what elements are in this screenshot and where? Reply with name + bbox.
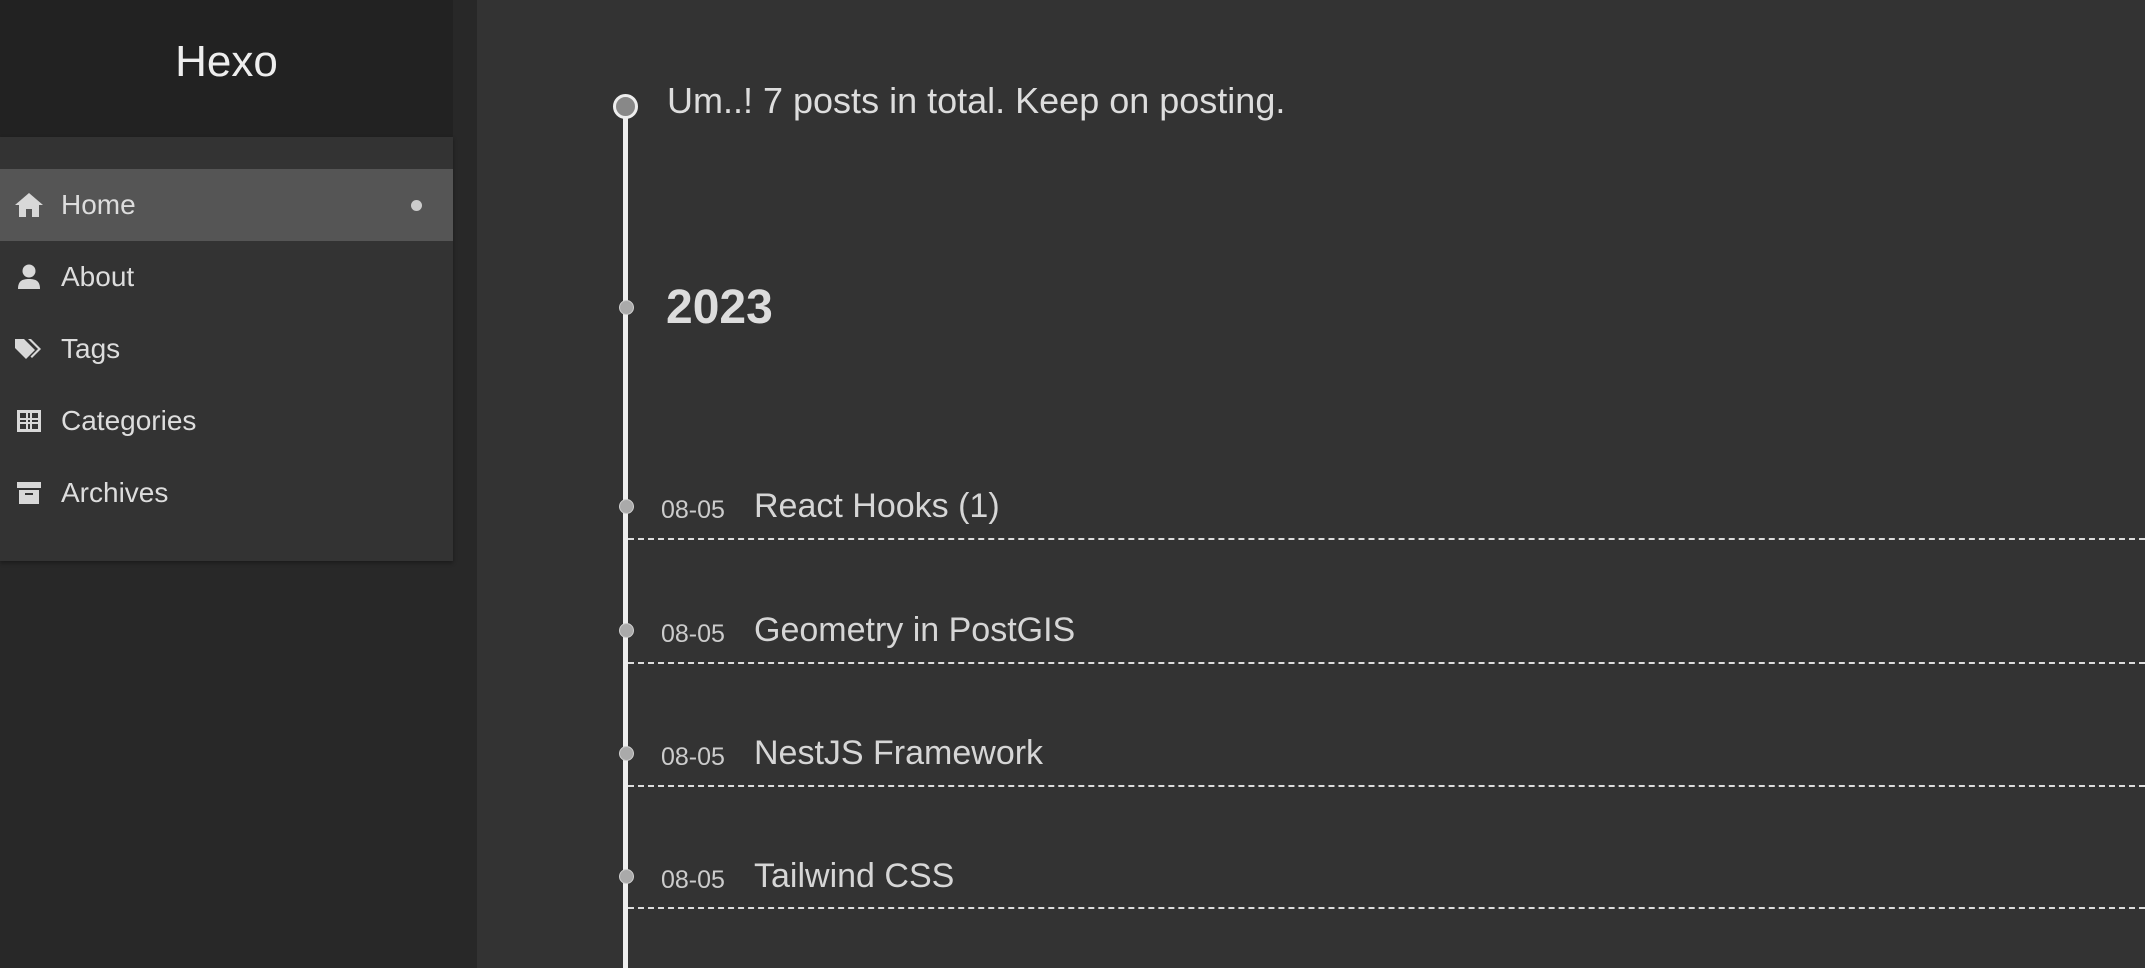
active-indicator <box>411 199 422 211</box>
post-date: 08-05 <box>661 866 725 894</box>
tags-icon <box>14 334 44 364</box>
sidebar: Hexo Home About Tags Categories Archives <box>0 0 477 968</box>
menu-item-label: Home <box>61 189 136 220</box>
timeline-start-dot <box>613 94 638 119</box>
post-title-link[interactable]: Geometry in PostGIS <box>754 611 1075 650</box>
archive-summary: Um..! 7 posts in total. Keep on posting. <box>667 80 1286 121</box>
menu-item-label: Categories <box>61 405 197 436</box>
timeline-dot <box>619 623 634 638</box>
menu-item-about[interactable]: About <box>0 241 453 313</box>
timeline-dot <box>619 869 634 884</box>
archive-year: 2023 <box>666 281 773 334</box>
site-title[interactable]: Hexo <box>175 37 278 87</box>
main-menu: Home About Tags Categories Archives <box>0 137 453 561</box>
user-icon <box>14 262 44 292</box>
post-title-link[interactable]: NestJS Framework <box>754 734 1043 773</box>
menu-item-categories[interactable]: Categories <box>0 385 453 457</box>
post-divider <box>628 785 2145 787</box>
grid-icon <box>14 406 44 436</box>
timeline-dot <box>619 746 634 761</box>
page: Hexo Home About Tags Categories Archives… <box>0 0 2145 968</box>
post-date: 08-05 <box>661 620 725 648</box>
menu-item-home[interactable]: Home <box>0 169 453 241</box>
post-title-link[interactable]: Tailwind CSS <box>754 857 954 896</box>
menu-item-label: Archives <box>61 477 169 508</box>
post-divider <box>628 662 2145 664</box>
post-divider <box>628 907 2145 909</box>
home-icon <box>14 190 44 220</box>
menu-item-archives[interactable]: Archives <box>0 457 453 529</box>
timeline-dot <box>619 499 634 514</box>
menu-item-tags[interactable]: Tags <box>0 313 453 385</box>
post-divider <box>628 538 2145 540</box>
post-date: 08-05 <box>661 743 725 771</box>
site-brand[interactable]: Hexo <box>0 0 453 137</box>
post-title-link[interactable]: React Hooks (1) <box>754 487 1000 526</box>
timeline-dot <box>619 300 634 315</box>
archive-icon <box>14 478 44 508</box>
menu-item-label: About <box>61 261 135 292</box>
post-date: 08-05 <box>661 496 725 524</box>
menu-item-label: Tags <box>61 333 121 364</box>
timeline-line <box>623 105 628 968</box>
